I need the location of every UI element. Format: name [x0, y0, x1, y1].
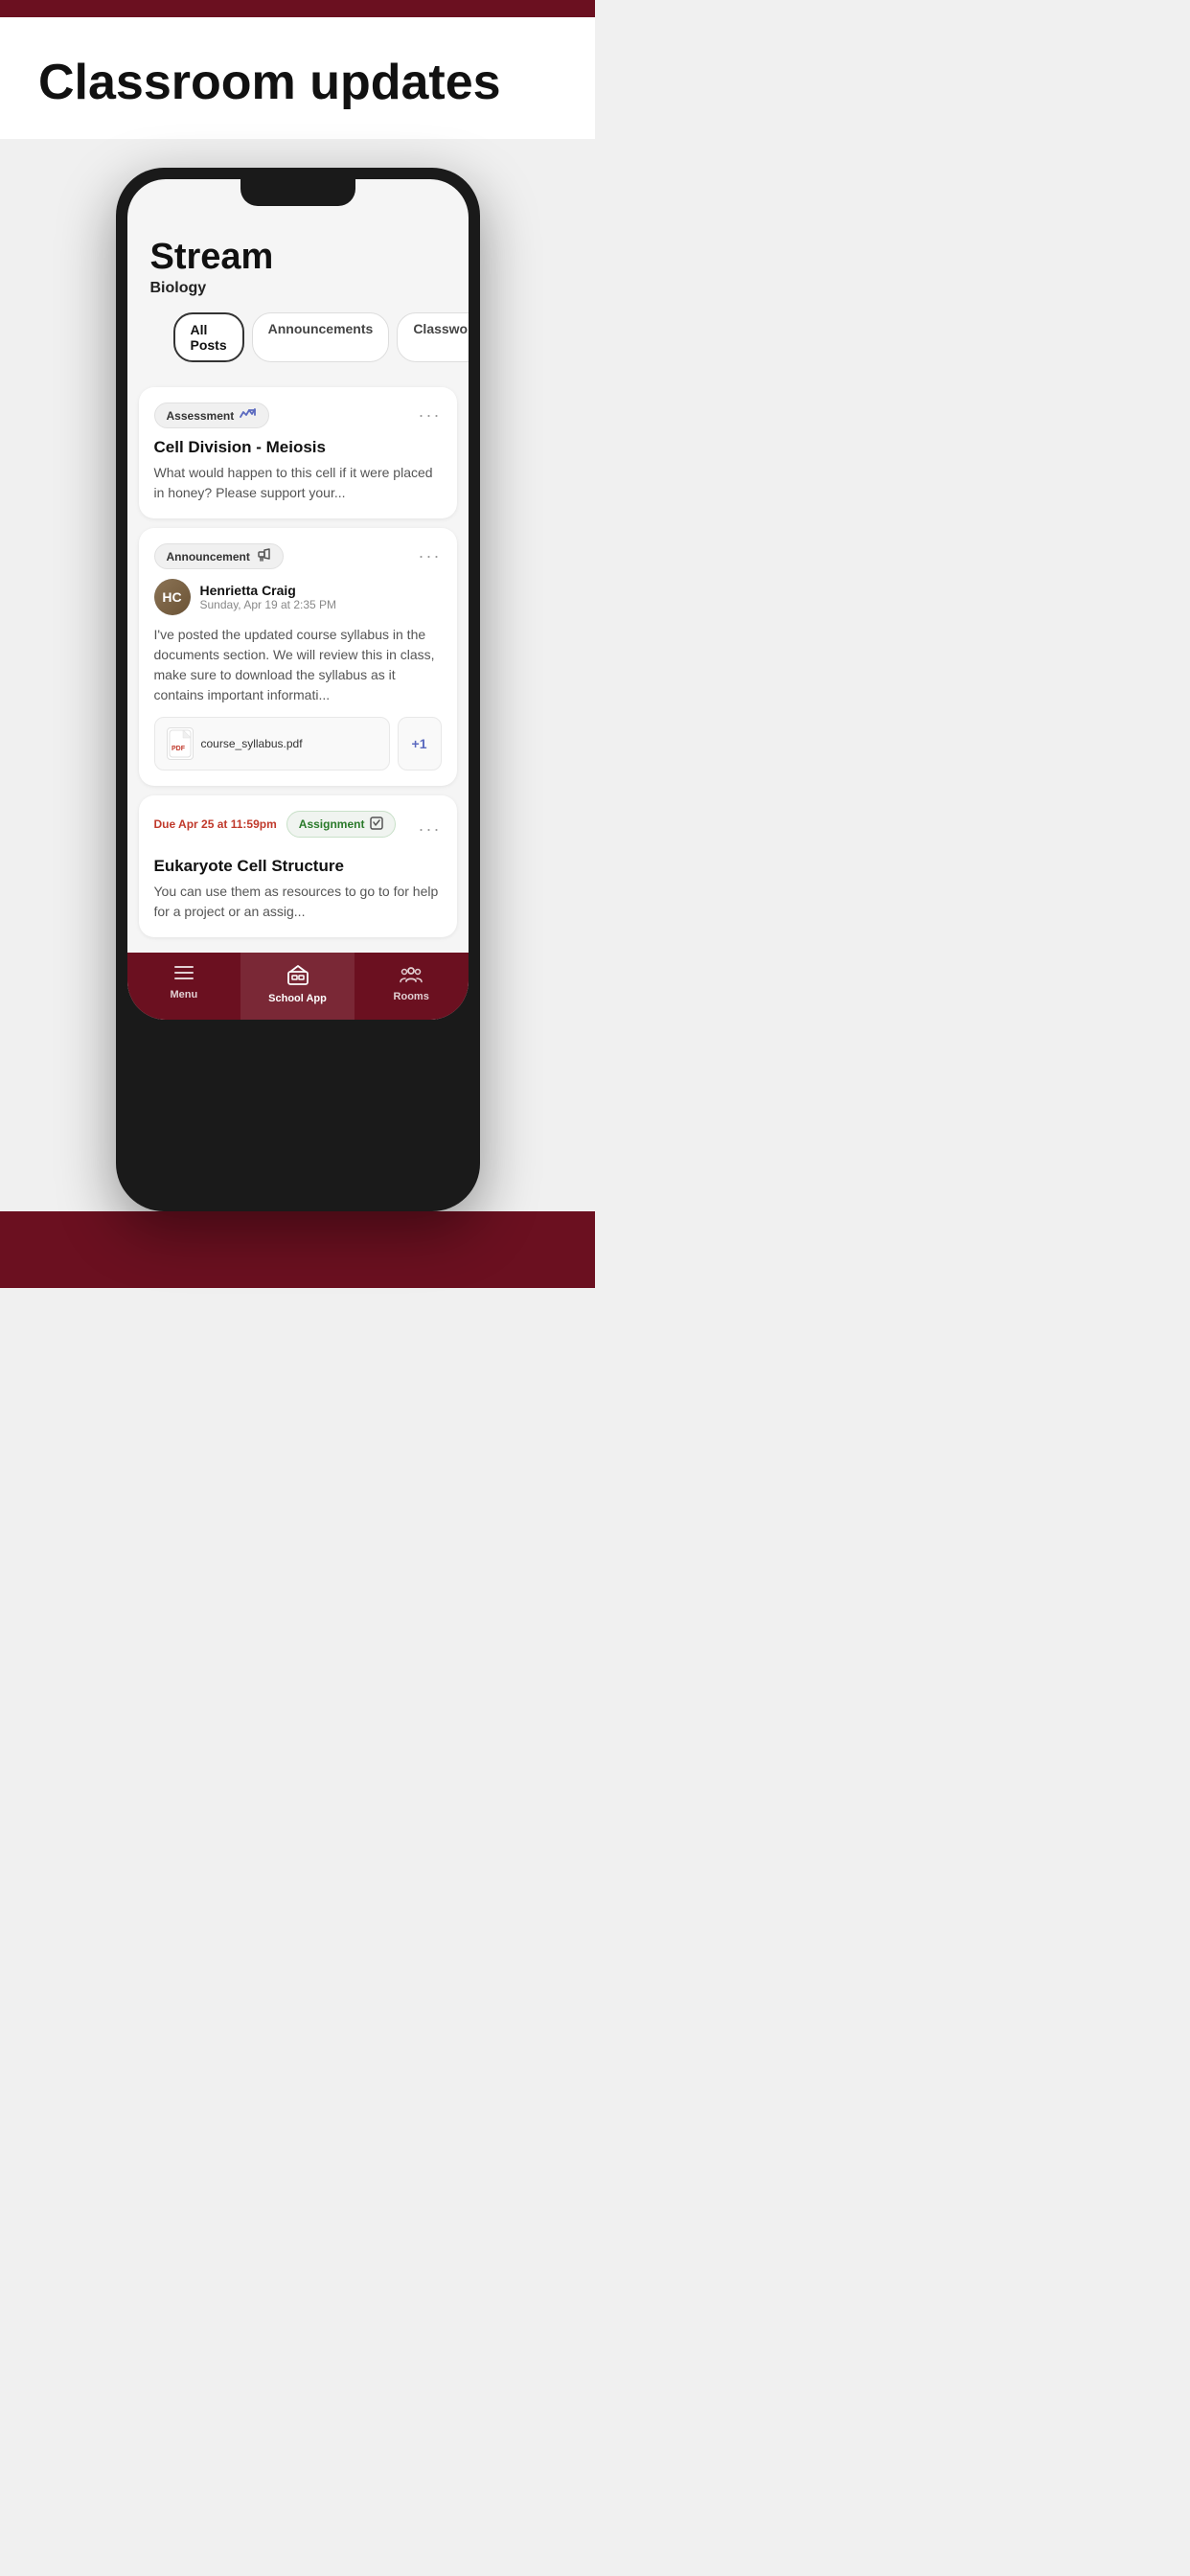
stream-subtitle: Biology — [150, 280, 446, 297]
bottom-dark-area — [0, 1211, 595, 1288]
assessment-tag: Assessment — [154, 402, 270, 428]
author-info: Henrietta Craig Sunday, Apr 19 at 2:35 P… — [200, 583, 337, 611]
due-text: Due Apr 25 at 11:59pm — [154, 817, 277, 831]
megaphone-icon — [256, 548, 271, 564]
svg-text:PDF: PDF — [172, 746, 186, 752]
page-title: Classroom updates — [38, 56, 557, 110]
feed: Assessment ··· — [127, 387, 469, 937]
attachment-name: course_syllabus.pdf — [201, 737, 303, 750]
author-date: Sunday, Apr 19 at 2:35 PM — [200, 598, 337, 611]
assignment-card: Due Apr 25 at 11:59pm Assignment — [139, 795, 457, 937]
plus-count[interactable]: +1 — [398, 717, 442, 770]
nav-school-app[interactable]: School App — [240, 953, 355, 1020]
card-top-row: Due Apr 25 at 11:59pm Assignment — [154, 811, 442, 847]
avatar: HC — [154, 579, 191, 615]
author-row: HC Henrietta Craig Sunday, Apr 19 at 2:3… — [154, 579, 442, 615]
nav-menu-label: Menu — [170, 989, 197, 1000]
phone-screen: Stream Biology All Posts Announcements C… — [127, 179, 469, 1020]
phone-notch — [240, 179, 355, 206]
school-app-icon — [286, 964, 309, 989]
card-body: What would happen to this cell if it wer… — [154, 463, 442, 503]
assignment-icon — [370, 816, 383, 833]
tab-announcements[interactable]: Announcements — [252, 312, 390, 362]
more-button[interactable]: ··· — [419, 819, 442, 840]
nav-menu[interactable]: Menu — [127, 953, 241, 1020]
tag-label: Assignment — [299, 817, 365, 831]
tab-all-posts[interactable]: All Posts — [173, 312, 244, 362]
top-status-bar — [0, 0, 595, 17]
stream-title: Stream — [150, 237, 446, 278]
assessment-card: Assessment ··· — [139, 387, 457, 518]
tag-label: Announcement — [167, 550, 250, 564]
stream-header: Stream Biology All Posts Announcements C… — [127, 218, 469, 387]
card-body: I've posted the updated course syllabus … — [154, 625, 442, 705]
more-button[interactable]: ··· — [419, 405, 442, 426]
screen-content: Stream Biology All Posts Announcements C… — [127, 179, 469, 1020]
card-top-row: Assessment ··· — [154, 402, 442, 428]
assessment-icon — [240, 407, 257, 424]
tab-bar: All Posts Announcements Classwork — [150, 312, 446, 378]
tag-label: Assessment — [167, 409, 235, 423]
tab-classwork[interactable]: Classwork — [397, 312, 468, 362]
attachment-row: PDF course_syllabus.pdf +1 — [154, 717, 442, 770]
bottom-nav: Menu School App — [127, 953, 469, 1020]
nav-rooms-label: Rooms — [394, 991, 429, 1002]
assignment-tag: Assignment — [286, 811, 397, 838]
rooms-icon — [400, 964, 423, 987]
page-header: Classroom updates — [0, 17, 595, 139]
phone-area: Stream Biology All Posts Announcements C… — [0, 139, 595, 1211]
card-body: You can use them as resources to go to f… — [154, 882, 442, 922]
card-top-row: Announcement ·· — [154, 543, 442, 569]
avatar-image: HC — [154, 579, 191, 615]
card-title: Cell Division - Meiosis — [154, 438, 442, 457]
more-button[interactable]: ··· — [419, 546, 442, 566]
announcement-card: Announcement ·· — [139, 528, 457, 786]
announcement-tag: Announcement — [154, 543, 284, 569]
card-title: Eukaryote Cell Structure — [154, 857, 442, 876]
nav-school-label: School App — [268, 993, 327, 1004]
pdf-icon: PDF — [167, 727, 194, 760]
nav-rooms[interactable]: Rooms — [355, 953, 469, 1020]
due-row: Due Apr 25 at 11:59pm Assignment — [154, 811, 397, 838]
menu-icon — [173, 964, 195, 985]
phone-frame: Stream Biology All Posts Announcements C… — [116, 168, 480, 1211]
author-name: Henrietta Craig — [200, 583, 337, 598]
attachment-box[interactable]: PDF course_syllabus.pdf — [154, 717, 390, 770]
